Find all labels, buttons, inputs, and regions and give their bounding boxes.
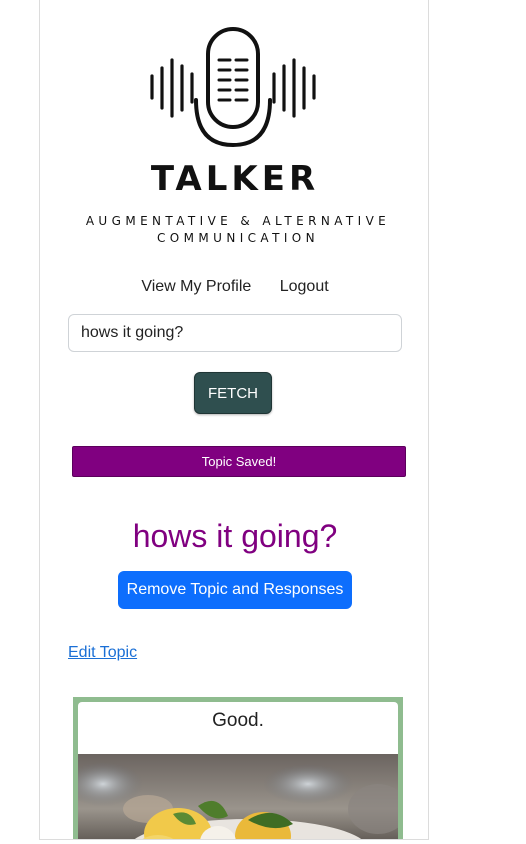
response-card[interactable]: Good. bbox=[73, 697, 403, 839]
view-profile-link[interactable]: View My Profile bbox=[141, 278, 251, 295]
microphone-soundwave-icon bbox=[150, 27, 316, 148]
response-text: Good. bbox=[212, 710, 264, 731]
fetch-button[interactable]: FETCH bbox=[194, 372, 272, 414]
tagline-line-2: COMMUNICATION bbox=[157, 231, 319, 245]
top-nav: View My Profile Logout bbox=[40, 278, 428, 296]
food-photo bbox=[78, 754, 398, 839]
logout-link[interactable]: Logout bbox=[280, 278, 329, 295]
tagline: AUGMENTATIVE & ALTERNATIVE COMMUNICATION bbox=[68, 213, 408, 247]
edit-topic-link[interactable]: Edit Topic bbox=[68, 644, 137, 662]
topic-search-input[interactable] bbox=[68, 314, 402, 352]
tagline-line-1: AUGMENTATIVE & ALTERNATIVE bbox=[85, 214, 391, 228]
remove-topic-button[interactable]: Remove Topic and Responses bbox=[118, 571, 352, 609]
brand-name: TALKER bbox=[150, 159, 320, 199]
response-card-body: Good. bbox=[78, 702, 398, 839]
topic-saved-alert: Topic Saved! bbox=[72, 446, 406, 477]
main-card: TALKER AUGMENTATIVE & ALTERNATIVE COMMUN… bbox=[39, 0, 429, 840]
topic-title: hows it going? bbox=[132, 518, 338, 554]
